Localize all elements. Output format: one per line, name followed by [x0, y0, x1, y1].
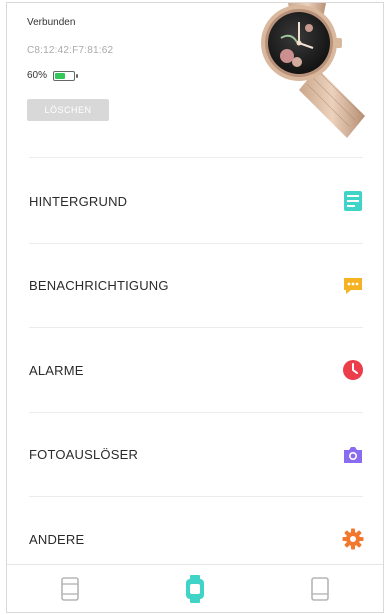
bottom-tab-bar [7, 564, 383, 612]
header-divider [29, 157, 363, 158]
battery-icon [53, 70, 79, 81]
menu-item-label: FOTOAUSLÖSER [29, 447, 139, 463]
battery-percent: 60% [27, 70, 48, 81]
watch-image [261, 3, 365, 138]
clock-icon [341, 358, 365, 382]
connection-status: Verbunden [27, 17, 76, 28]
unbind-button[interactable]: LÖSCHEN [27, 99, 109, 121]
tab-device[interactable] [165, 569, 225, 609]
app-screen: Verbunden C8:12:42:F7:81:62 60% LÖSCHEN [6, 2, 384, 613]
message-icon [341, 274, 365, 298]
menu-item-alarms[interactable]: ALARME [7, 328, 383, 413]
tab-profile[interactable] [290, 569, 350, 609]
menu-item-label: ANDERE [29, 531, 85, 547]
menu-item-camera-shutter[interactable]: FOTOAUSLÖSER [7, 413, 383, 498]
wallpaper-icon [341, 189, 365, 213]
device-header: Verbunden C8:12:42:F7:81:62 60% LÖSCHEN [7, 3, 383, 153]
menu-item-label: ALARME [29, 362, 84, 378]
battery-row: 60% [27, 70, 79, 81]
watch-icon [185, 574, 204, 603]
menu-item-notification[interactable]: BENACHRICHTIGUNG [7, 244, 383, 329]
menu-item-label: BENACHRICHTIGUNG [29, 278, 169, 294]
battery-fill [55, 72, 66, 79]
dial-icon [60, 576, 79, 601]
gear-icon [341, 527, 365, 551]
mac-address: C8:12:42:F7:81:62 [27, 45, 114, 56]
settings-menu: HINTERGRUND BENACHRICHTIGUNG ALARME FOTO… [7, 159, 383, 582]
menu-item-wallpaper[interactable]: HINTERGRUND [7, 159, 383, 244]
menu-item-label: HINTERGRUND [29, 193, 128, 209]
tab-dial[interactable] [40, 569, 100, 609]
camera-icon [341, 443, 365, 467]
profile-icon [311, 576, 330, 601]
